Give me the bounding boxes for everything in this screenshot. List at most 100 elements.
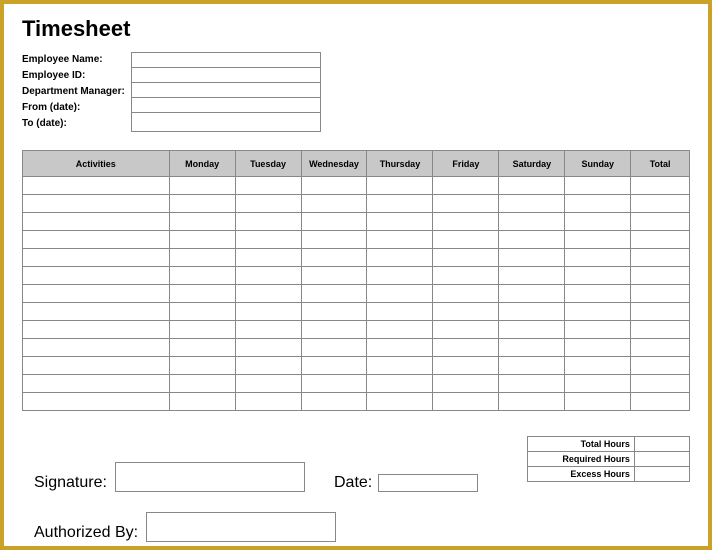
table-cell[interactable] xyxy=(235,177,301,195)
table-cell[interactable] xyxy=(169,195,235,213)
table-cell[interactable] xyxy=(499,393,565,411)
table-cell[interactable] xyxy=(499,303,565,321)
table-cell[interactable] xyxy=(499,321,565,339)
table-cell[interactable] xyxy=(367,177,433,195)
table-cell[interactable] xyxy=(367,249,433,267)
table-cell[interactable] xyxy=(565,249,631,267)
table-cell[interactable] xyxy=(23,357,170,375)
table-cell[interactable] xyxy=(301,267,367,285)
table-cell[interactable] xyxy=(631,357,690,375)
summary-value-total[interactable] xyxy=(634,437,689,452)
table-cell[interactable] xyxy=(169,375,235,393)
table-cell[interactable] xyxy=(23,321,170,339)
table-cell[interactable] xyxy=(169,303,235,321)
table-cell[interactable] xyxy=(565,357,631,375)
table-cell[interactable] xyxy=(499,213,565,231)
table-cell[interactable] xyxy=(631,231,690,249)
table-cell[interactable] xyxy=(235,303,301,321)
table-cell[interactable] xyxy=(169,267,235,285)
table-cell[interactable] xyxy=(433,213,499,231)
summary-value-excess[interactable] xyxy=(634,467,689,482)
table-cell[interactable] xyxy=(631,177,690,195)
table-cell[interactable] xyxy=(23,213,170,231)
field-employee-id[interactable] xyxy=(132,68,320,83)
table-cell[interactable] xyxy=(301,177,367,195)
field-department-manager[interactable] xyxy=(132,83,320,98)
table-cell[interactable] xyxy=(169,339,235,357)
table-cell[interactable] xyxy=(235,195,301,213)
table-cell[interactable] xyxy=(433,249,499,267)
table-cell[interactable] xyxy=(565,195,631,213)
table-cell[interactable] xyxy=(367,321,433,339)
table-cell[interactable] xyxy=(499,285,565,303)
table-cell[interactable] xyxy=(433,393,499,411)
table-cell[interactable] xyxy=(499,195,565,213)
field-signature[interactable] xyxy=(115,462,305,492)
table-cell[interactable] xyxy=(631,375,690,393)
table-cell[interactable] xyxy=(499,249,565,267)
table-cell[interactable] xyxy=(565,321,631,339)
table-cell[interactable] xyxy=(23,249,170,267)
table-cell[interactable] xyxy=(169,231,235,249)
table-cell[interactable] xyxy=(631,303,690,321)
table-cell[interactable] xyxy=(367,339,433,357)
table-cell[interactable] xyxy=(169,393,235,411)
table-cell[interactable] xyxy=(499,339,565,357)
table-cell[interactable] xyxy=(367,213,433,231)
table-cell[interactable] xyxy=(499,177,565,195)
table-cell[interactable] xyxy=(631,267,690,285)
table-cell[interactable] xyxy=(499,267,565,285)
table-cell[interactable] xyxy=(169,357,235,375)
table-cell[interactable] xyxy=(367,195,433,213)
table-cell[interactable] xyxy=(23,339,170,357)
table-cell[interactable] xyxy=(169,213,235,231)
table-cell[interactable] xyxy=(23,375,170,393)
table-cell[interactable] xyxy=(433,321,499,339)
table-cell[interactable] xyxy=(23,303,170,321)
field-date[interactable] xyxy=(378,474,478,492)
table-cell[interactable] xyxy=(23,231,170,249)
table-cell[interactable] xyxy=(631,321,690,339)
table-cell[interactable] xyxy=(301,375,367,393)
table-cell[interactable] xyxy=(433,267,499,285)
table-cell[interactable] xyxy=(301,285,367,303)
field-from-date[interactable] xyxy=(132,98,320,113)
table-cell[interactable] xyxy=(631,195,690,213)
table-cell[interactable] xyxy=(433,231,499,249)
table-cell[interactable] xyxy=(23,195,170,213)
table-cell[interactable] xyxy=(235,249,301,267)
table-cell[interactable] xyxy=(565,393,631,411)
table-cell[interactable] xyxy=(235,285,301,303)
table-cell[interactable] xyxy=(565,231,631,249)
table-cell[interactable] xyxy=(169,177,235,195)
table-cell[interactable] xyxy=(301,249,367,267)
table-cell[interactable] xyxy=(301,339,367,357)
table-cell[interactable] xyxy=(23,177,170,195)
table-cell[interactable] xyxy=(235,321,301,339)
table-cell[interactable] xyxy=(367,393,433,411)
table-cell[interactable] xyxy=(565,213,631,231)
field-authorized-by[interactable] xyxy=(146,512,336,542)
table-cell[interactable] xyxy=(301,303,367,321)
table-cell[interactable] xyxy=(367,303,433,321)
table-cell[interactable] xyxy=(23,285,170,303)
table-cell[interactable] xyxy=(499,231,565,249)
table-cell[interactable] xyxy=(565,303,631,321)
summary-value-required[interactable] xyxy=(634,452,689,467)
table-cell[interactable] xyxy=(301,321,367,339)
table-cell[interactable] xyxy=(631,393,690,411)
field-to-date[interactable] xyxy=(132,113,320,128)
table-cell[interactable] xyxy=(23,393,170,411)
table-cell[interactable] xyxy=(631,339,690,357)
table-cell[interactable] xyxy=(235,213,301,231)
table-cell[interactable] xyxy=(235,357,301,375)
table-cell[interactable] xyxy=(301,231,367,249)
table-cell[interactable] xyxy=(367,231,433,249)
table-cell[interactable] xyxy=(433,339,499,357)
table-cell[interactable] xyxy=(565,339,631,357)
table-cell[interactable] xyxy=(631,249,690,267)
table-cell[interactable] xyxy=(367,285,433,303)
table-cell[interactable] xyxy=(565,375,631,393)
table-cell[interactable] xyxy=(499,357,565,375)
table-cell[interactable] xyxy=(169,285,235,303)
